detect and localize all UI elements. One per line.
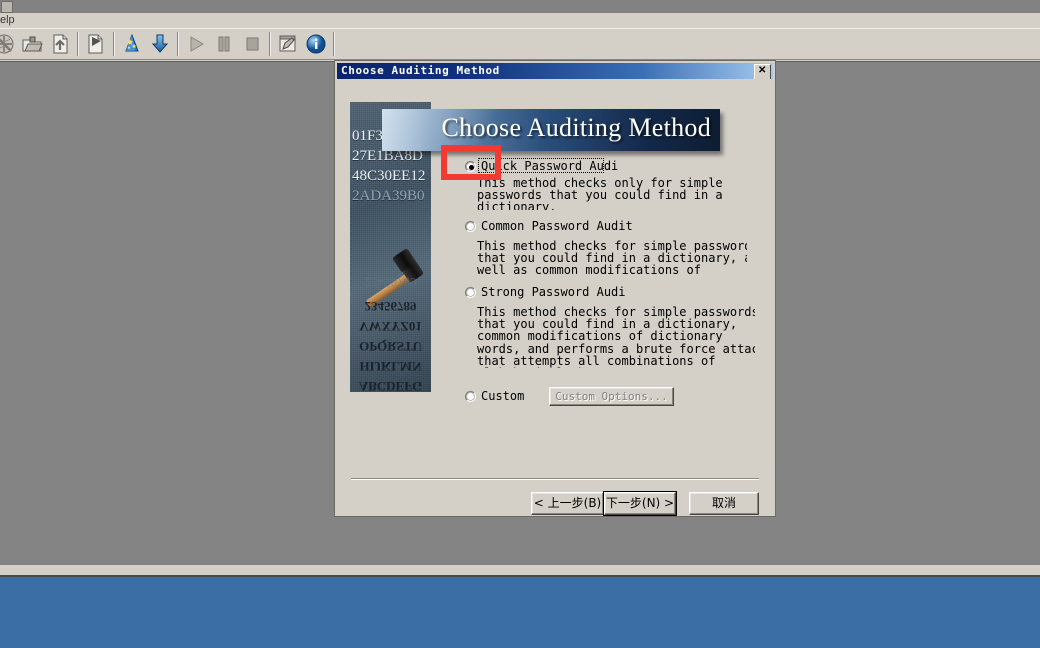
toolbar-separator — [77, 32, 79, 56]
dialog-separator — [351, 478, 759, 480]
radio-strong-password-audit[interactable] — [465, 287, 476, 298]
radio-common-password-audit[interactable] — [465, 221, 476, 232]
banner-title: Choose Auditing Method — [441, 113, 711, 142]
report-icon[interactable] — [274, 30, 302, 58]
choose-auditing-method-dialog: Choose Auditing Method ✕ 01F3D68C6A 27E1… — [335, 61, 775, 516]
toolbar-separator — [177, 32, 179, 56]
hex-line-4: 2ADA39B0 — [352, 188, 425, 204]
option-description-common: This method checks for simple passwords … — [477, 240, 747, 276]
system-menu-icon[interactable] — [1, 1, 13, 13]
option-description-quick: This method checks only for simple passw… — [477, 177, 723, 210]
option-label-custom: Custom — [481, 389, 525, 403]
close-icon[interactable]: ✕ — [754, 64, 771, 79]
menu-bar: elp — [0, 13, 1040, 28]
dialog-title-bar: Choose Auditing Method ✕ — [337, 63, 773, 79]
dialog-body: 01F3D68C6A 27E1BA8D 48C30EE12 2ADA39B0 2… — [337, 79, 773, 516]
mirror-line-3: VWXYZ01 — [359, 319, 422, 334]
pause-icon — [210, 30, 238, 58]
toolbar-separator — [113, 32, 115, 56]
save-icon[interactable] — [46, 30, 74, 58]
custom-options-button: Custom Options... — [549, 387, 674, 406]
play-icon — [182, 30, 210, 58]
next-button[interactable]: 下一步(N) > — [603, 491, 677, 516]
mirror-line-2: OPQRSTU — [359, 339, 422, 354]
menu-item-help[interactable]: elp — [0, 13, 15, 28]
option-description-strong: This method checks for simple passwords … — [477, 306, 755, 368]
option-label-quick: Quick Password Audi — [481, 159, 619, 173]
download-icon[interactable] — [146, 30, 174, 58]
open-folder-icon[interactable] — [18, 30, 46, 58]
window-bottom-edge — [0, 575, 1040, 577]
back-button[interactable]: < 上一步(B) — [531, 492, 604, 515]
info-icon[interactable] — [302, 30, 330, 58]
toolbar-separator — [269, 32, 271, 56]
new-icon[interactable] — [0, 30, 18, 58]
mirror-line-5: 23456789 — [364, 275, 417, 290]
export-icon[interactable] — [82, 30, 110, 58]
annotation-highlight-box — [441, 145, 501, 180]
cancel-button[interactable]: 取消 — [689, 492, 759, 515]
stop-icon — [238, 30, 266, 58]
dialog-title-text: Choose Auditing Method — [341, 64, 500, 77]
hex-line-3: 48C30EE12 — [352, 168, 426, 184]
mirror-line-4: 23456789 — [364, 299, 417, 314]
screen: elp Choose Auditing Method ✕ 27E1BA8D 48… — [0, 0, 1040, 648]
status-bar — [0, 565, 1040, 575]
option-label-strong: Strong Password Audi — [481, 285, 626, 299]
toolbar — [0, 28, 1040, 60]
window-title-strip — [0, 0, 1040, 13]
radio-custom[interactable] — [465, 391, 476, 402]
mirror-line-0: ABCDEFG — [358, 379, 423, 392]
wizard-banner: Choose Auditing Method — [382, 109, 720, 151]
wizard-hat-icon[interactable] — [118, 30, 146, 58]
toolbar-separator — [333, 32, 335, 56]
mirror-line-1: HIJKLMN — [359, 359, 422, 374]
option-label-common: Common Password Audit — [481, 219, 633, 233]
